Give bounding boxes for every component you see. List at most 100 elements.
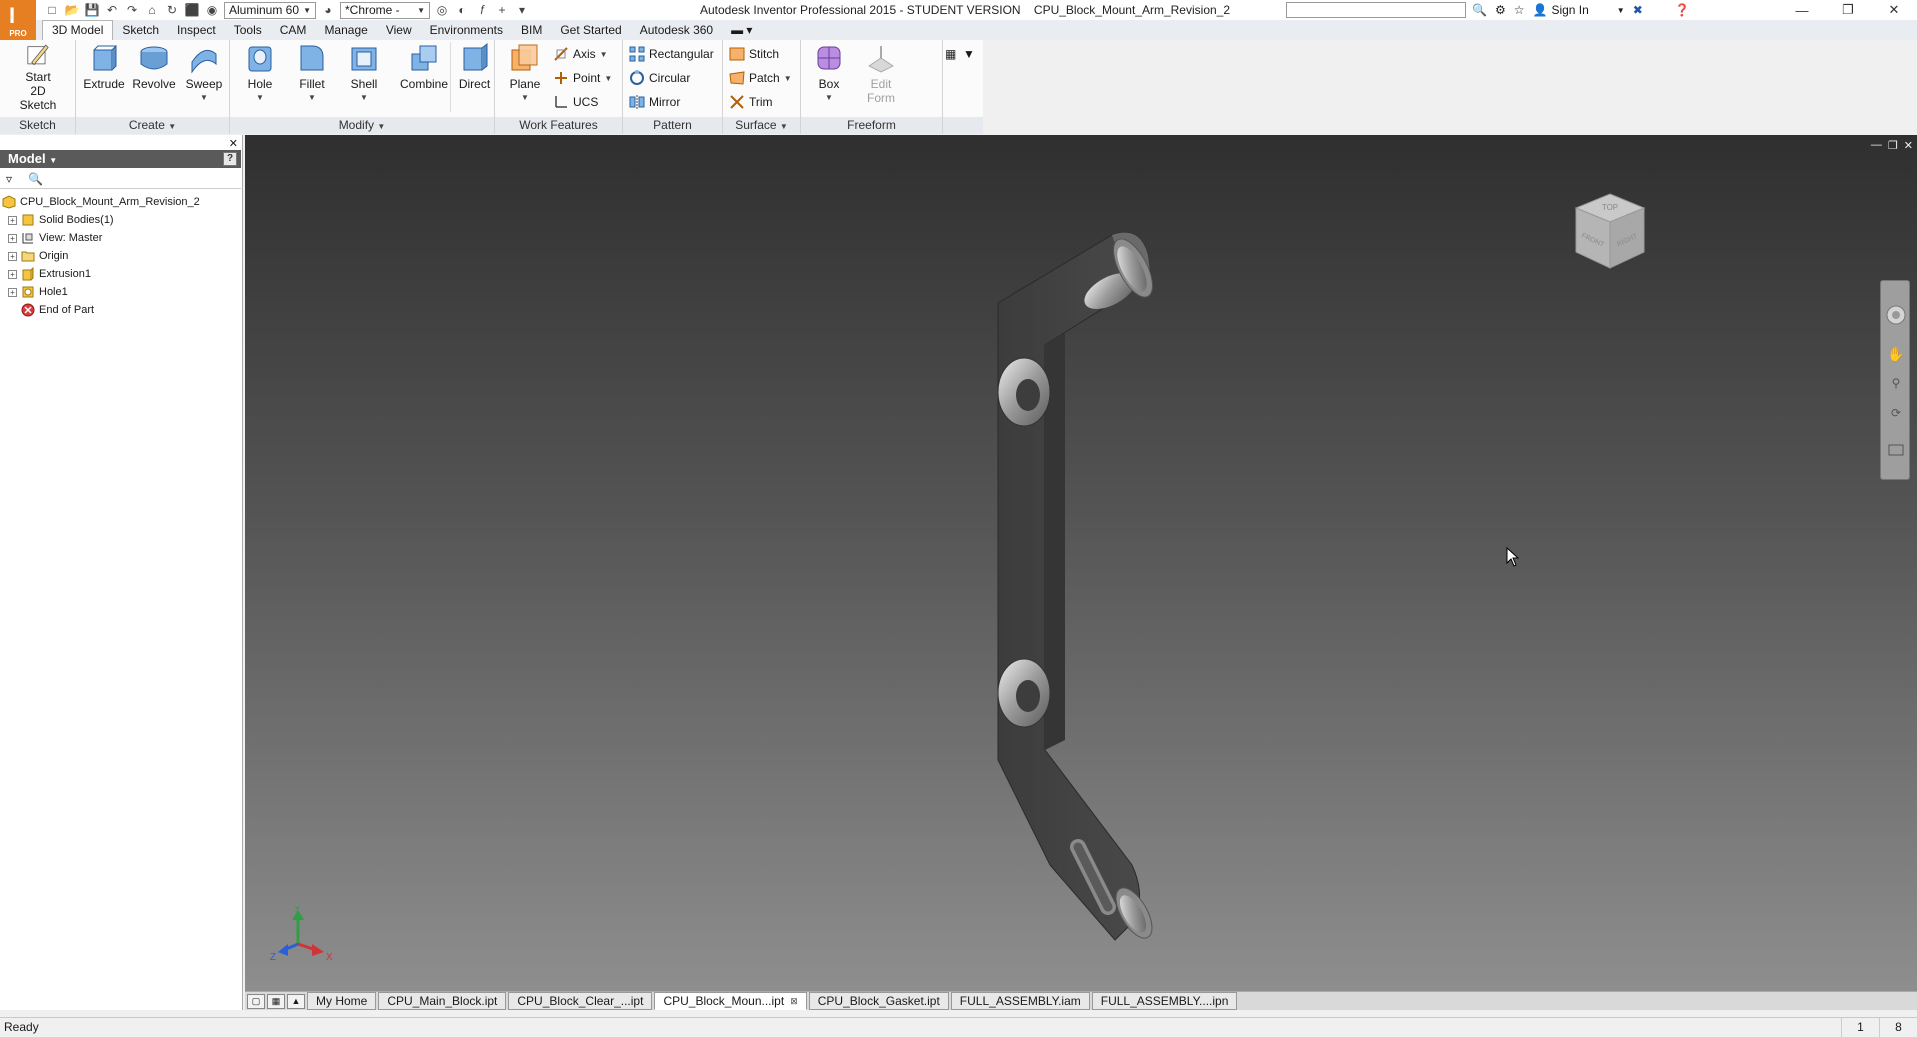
look-at-icon[interactable]	[1888, 444, 1904, 456]
tab-environments[interactable]: Environments	[421, 21, 512, 40]
home-icon[interactable]: ⌂	[144, 2, 160, 18]
fx-icon[interactable]: f	[474, 2, 490, 18]
arrange-windows-icon[interactable]: ▦	[267, 993, 285, 1009]
update-icon[interactable]: ↻	[164, 2, 180, 18]
surface-panel-label[interactable]: Surface ▼	[723, 117, 800, 134]
tab-3d-model[interactable]: 3D Model	[42, 20, 114, 40]
appearance-dropdown[interactable]: *Chrome - ▼	[340, 1, 430, 19]
undo-icon[interactable]: ↶	[104, 2, 120, 18]
tab-inspect[interactable]: Inspect	[168, 21, 225, 40]
sign-in-button[interactable]: 👤 Sign In ▼	[1532, 3, 1624, 17]
hole-button[interactable]: Hole ▼	[236, 42, 284, 112]
ribbon-display-toggle[interactable]: ▬ ▾	[722, 21, 761, 40]
extrude-button[interactable]: Extrude	[80, 42, 128, 112]
tree-item-extrusion1[interactable]: + Extrusion1	[2, 265, 238, 283]
favorites-icon[interactable]: ☆	[1514, 3, 1525, 17]
tree-item-solid-bodies[interactable]: + Solid Bodies(1)	[2, 211, 238, 229]
direct-button[interactable]: Direct	[450, 42, 498, 112]
ribbon-options-icon[interactable]: ▼	[963, 44, 975, 64]
close-tab-icon[interactable]: ⊠	[790, 993, 798, 1009]
tab-sketch[interactable]: Sketch	[113, 21, 168, 40]
doc-tab-full-assembly-ipn[interactable]: FULL_ASSEMBLY....ipn	[1091, 992, 1238, 1010]
expand-icon[interactable]: +	[8, 269, 17, 279]
box-button[interactable]: Box ▼	[805, 42, 853, 112]
tab-get-started[interactable]: Get Started	[551, 21, 630, 40]
browser-header[interactable]: Model ▼ ?	[0, 150, 241, 168]
doc-tab-full-assembly-iam[interactable]: FULL_ASSEMBLY.iam	[950, 992, 1090, 1010]
minimize-icon[interactable]: —	[1871, 139, 1882, 152]
orbit-icon[interactable]: ⟳	[1891, 406, 1901, 420]
tab-tools[interactable]: Tools	[225, 21, 271, 40]
mounting-arm-model[interactable]	[990, 225, 1190, 955]
doc-tab-cpu-block-mount[interactable]: CPU_Block_Moun...ipt ⊠	[654, 992, 807, 1010]
filter-icon[interactable]: ▿	[6, 172, 12, 186]
help-icon[interactable]: ?	[223, 152, 237, 166]
axis-button[interactable]: Axis ▼	[553, 44, 608, 64]
tab-cam[interactable]: CAM	[271, 21, 316, 40]
create-panel-label[interactable]: Create ▼	[76, 117, 229, 134]
stitch-button[interactable]: Stitch	[729, 44, 779, 64]
sweep-button[interactable]: Sweep ▼	[180, 42, 228, 112]
tile-windows-icon[interactable]: ▢	[247, 993, 265, 1009]
tab-autodesk-360[interactable]: Autodesk 360	[631, 21, 722, 40]
tree-item-end-of-part[interactable]: End of Part	[2, 301, 238, 319]
pan-icon[interactable]: ✋	[1887, 346, 1904, 362]
trim-button[interactable]: Trim	[729, 92, 773, 112]
convert-icon[interactable]: ▦	[945, 44, 956, 64]
zoom-icon[interactable]: ⚲	[1892, 376, 1901, 390]
expand-icon[interactable]: +	[8, 287, 17, 297]
exchange-icon[interactable]: ✖	[1633, 3, 1643, 17]
tab-manage[interactable]: Manage	[315, 21, 376, 40]
ucs-button[interactable]: UCS	[553, 92, 598, 112]
subscription-icon[interactable]: ⚙	[1495, 3, 1506, 17]
material-dropdown[interactable]: Aluminum 60 ▼	[224, 1, 316, 19]
start-2d-sketch-button[interactable]: Start 2D Sketch	[12, 42, 64, 112]
expand-icon[interactable]: +	[8, 233, 17, 243]
plane-button[interactable]: Plane ▼	[501, 42, 549, 112]
open-file-icon[interactable]: 📂	[64, 2, 80, 18]
app-menu-button[interactable]: I PRO	[0, 0, 36, 40]
tab-view[interactable]: View	[377, 21, 421, 40]
tree-root[interactable]: CPU_Block_Mount_Arm_Revision_2	[2, 193, 238, 211]
search-icon[interactable]: 🔍	[1472, 3, 1487, 17]
close-icon[interactable]: ✕	[1871, 0, 1917, 20]
doc-tab-my-home[interactable]: My Home	[307, 992, 377, 1010]
doc-tab-cpu-block-gasket[interactable]: CPU_Block_Gasket.ipt	[808, 992, 949, 1010]
shell-button[interactable]: Shell ▼	[340, 42, 388, 112]
expand-icon[interactable]: +	[8, 215, 17, 225]
combine-button[interactable]: Combine	[394, 42, 454, 112]
viewcube[interactable]: TOP FRONT RIGHT	[1572, 190, 1648, 274]
tab-bim[interactable]: BIM	[512, 21, 551, 40]
circular-pattern-button[interactable]: Circular	[629, 68, 690, 88]
doc-tab-cpu-block-clear[interactable]: CPU_Block_Clear_...ipt	[508, 992, 653, 1010]
help-search-input[interactable]	[1286, 2, 1466, 18]
document-list-icon[interactable]: ▲	[287, 993, 305, 1009]
doc-tab-cpu-main-block[interactable]: CPU_Main_Block.ipt	[378, 992, 507, 1010]
patch-button[interactable]: Patch ▼	[729, 68, 792, 88]
revolve-button[interactable]: Revolve	[130, 42, 178, 112]
tree-item-hole1[interactable]: + Hole1	[2, 283, 238, 301]
rectangular-pattern-button[interactable]: Rectangular	[629, 44, 714, 64]
modify-panel-label[interactable]: Modify ▼	[230, 117, 494, 134]
plus-icon[interactable]: +	[494, 2, 510, 18]
select-icon[interactable]: ⬛	[184, 2, 200, 18]
find-icon[interactable]: 🔍	[28, 172, 43, 186]
minimize-icon[interactable]: —	[1779, 0, 1825, 20]
save-icon[interactable]: 💾	[84, 2, 100, 18]
restore-icon[interactable]: ❐	[1825, 0, 1871, 20]
adjust-icon[interactable]: ◐	[454, 2, 470, 18]
new-file-icon[interactable]: □	[44, 2, 60, 18]
restore-icon[interactable]: ❐	[1888, 139, 1898, 152]
redo-icon[interactable]: ↷	[124, 2, 140, 18]
clear-appearance-icon[interactable]: ◎	[434, 2, 450, 18]
close-icon[interactable]: ✕	[229, 137, 238, 150]
tree-item-view-master[interactable]: + View: Master	[2, 229, 238, 247]
edit-form-button[interactable]: Edit Form	[857, 42, 905, 112]
tree-item-origin[interactable]: + Origin	[2, 247, 238, 265]
mirror-button[interactable]: Mirror	[629, 92, 680, 112]
close-icon[interactable]: ✕	[1904, 139, 1913, 152]
expand-icon[interactable]: +	[8, 251, 17, 261]
point-button[interactable]: Point ▼	[553, 68, 612, 88]
fillet-button[interactable]: Fillet ▼	[288, 42, 336, 112]
customize-icon[interactable]: ▾	[514, 2, 530, 18]
